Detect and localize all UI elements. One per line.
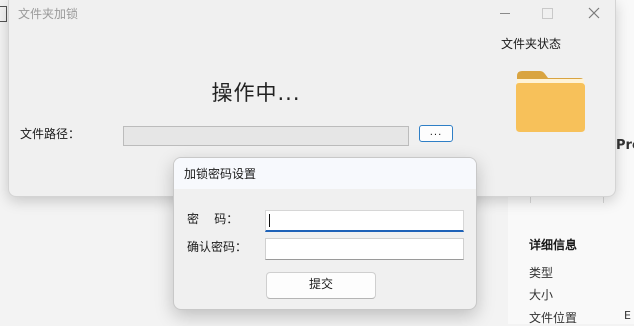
minimize-button[interactable]: [490, 2, 520, 24]
location-label: 文件位置: [529, 311, 578, 325]
size-label: 大小: [529, 288, 554, 302]
maximize-button[interactable]: [532, 2, 562, 24]
browse-button[interactable]: ...: [419, 125, 453, 142]
explorer-heading-fragment: Pro: [616, 138, 634, 153]
dialog-titlebar: 加锁密码设置: [174, 158, 476, 189]
minimize-icon: [500, 12, 510, 14]
details-title: 详细信息: [529, 238, 578, 252]
password-label: 密 码：: [187, 212, 239, 226]
window-title: 文件夹加锁: [18, 7, 79, 21]
file-icon: [0, 6, 7, 22]
path-label: 文件路径：: [20, 127, 81, 141]
password-dialog: 加锁密码设置 密 码： 确认密码： 提交: [173, 157, 477, 310]
close-icon: [588, 7, 600, 19]
status-text: 操作中...: [211, 81, 301, 105]
type-label: 类型: [529, 266, 554, 280]
confirm-password-field[interactable]: [265, 238, 464, 260]
dialog-title: 加锁密码设置: [184, 167, 257, 181]
close-button[interactable]: [579, 2, 609, 24]
confirm-password-label: 确认密码：: [187, 240, 248, 254]
text-caret: [269, 214, 270, 227]
submit-button[interactable]: 提交: [266, 272, 376, 299]
location-value-fragment: E: [624, 309, 631, 322]
folder-icon: [516, 71, 585, 132]
path-input[interactable]: [123, 126, 409, 146]
password-field[interactable]: [265, 210, 464, 232]
maximize-icon: [541, 7, 553, 19]
folder-status-label: 文件夹状态: [501, 37, 562, 51]
